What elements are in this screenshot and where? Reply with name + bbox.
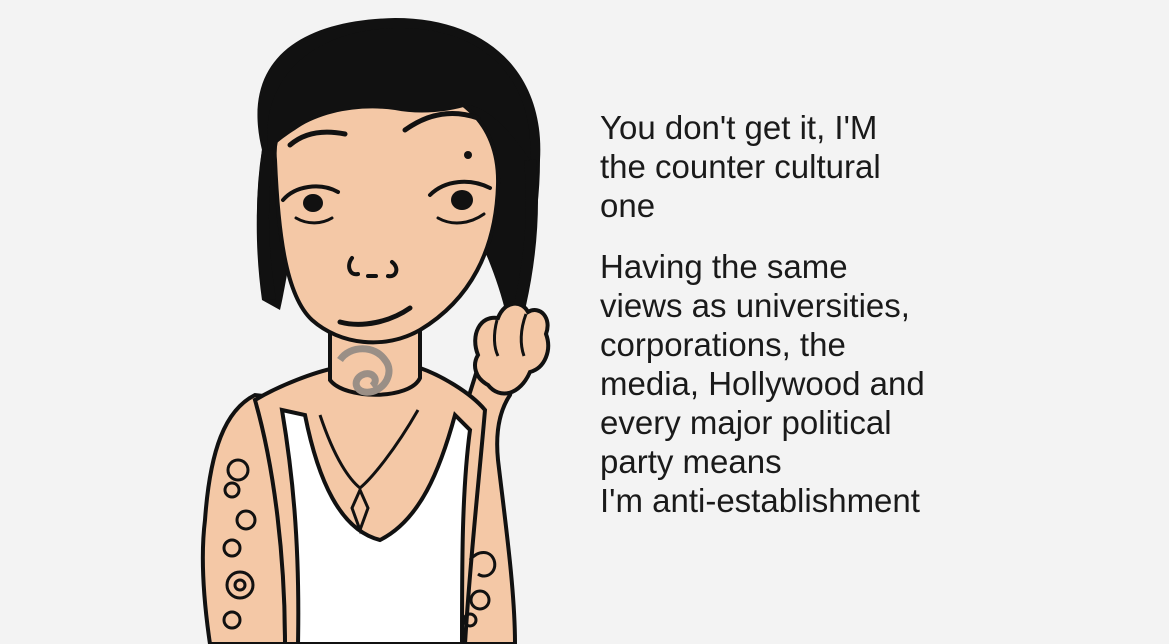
caption-line-1: You don't get it, I'M the counter cultur… — [600, 109, 881, 224]
cartoon-person-illustration — [200, 18, 551, 644]
fist — [473, 301, 551, 396]
caption-line-2: Having the same views as universities, c… — [600, 248, 925, 519]
beauty-mark — [464, 151, 472, 159]
caption: You don't get it, I'M the counter cultur… — [600, 108, 1140, 520]
